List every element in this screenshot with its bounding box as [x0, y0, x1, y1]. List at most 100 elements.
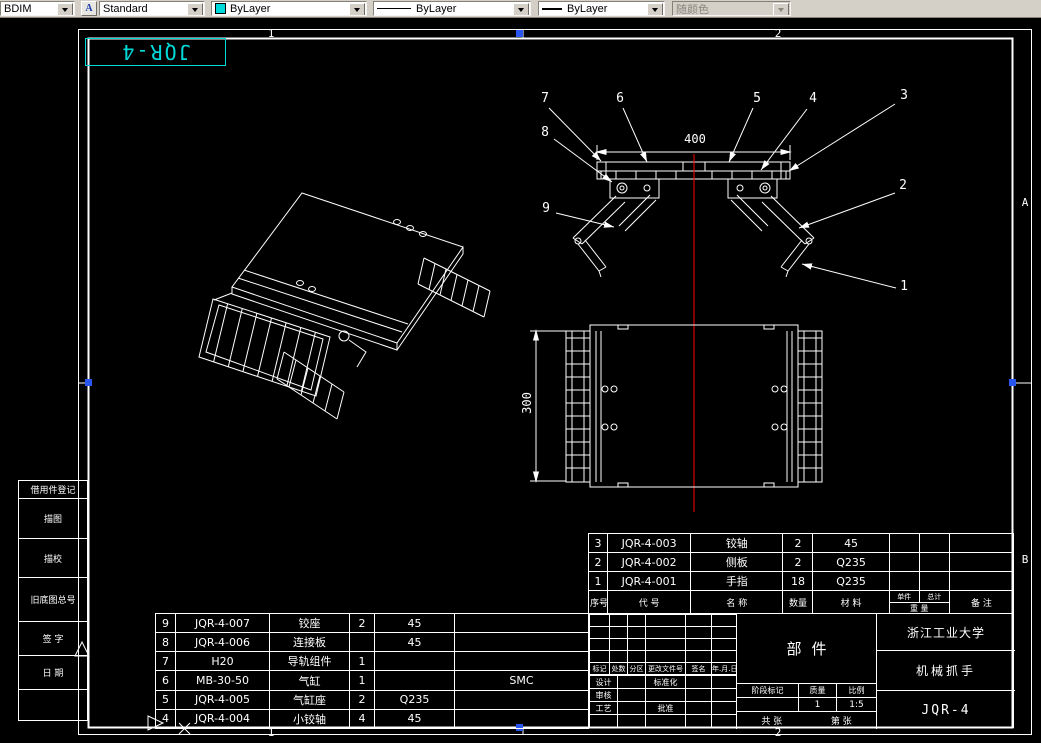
- bom-table-right[interactable]: 3 JQR-4-003 铰轴 2 45 2 JQR-4-002 侧板 2 Q235 1 JQR-4-0…: [587, 533, 1015, 614]
- table-cell: 更改文件号: [645, 662, 686, 675]
- cad-application-window: BDIM A Standard ByLayer ByLayer ByLayer …: [0, 0, 1041, 743]
- dim-style-dropdown-icon[interactable]: [57, 3, 73, 15]
- table-cell: [685, 638, 712, 651]
- table-cell: 签名: [685, 662, 712, 675]
- table-cell: [888, 552, 920, 572]
- table-cell: [711, 675, 737, 689]
- grip-top[interactable]: [516, 30, 523, 37]
- table-cell: [918, 571, 950, 591]
- lineweight-combo[interactable]: ByLayer: [538, 1, 665, 16]
- table-cell: [711, 688, 737, 702]
- table-cell: 铰轴: [690, 533, 784, 553]
- table-cell: Q235: [812, 552, 890, 572]
- table-cell: 处数: [609, 662, 628, 675]
- balloon-8: 8: [541, 125, 549, 140]
- border-field-register: 借用件登记: [18, 480, 88, 499]
- table-cell: JQR-4-004: [175, 708, 270, 730]
- table-row: 3 JQR-4-003 铰轴 2 45: [587, 533, 1015, 553]
- table-cell: [685, 626, 712, 639]
- table-cell: JQR-4-001: [607, 571, 692, 591]
- table-cell: 小铰轴: [269, 708, 350, 730]
- linetype-dropdown-icon[interactable]: [513, 3, 529, 15]
- table-cell: [609, 650, 628, 663]
- bom-table-left[interactable]: 9 JQR-4-007 铰座 2 45 8 JQR-4-006 连接板 45 7 H20 导轨组件 1 6…: [155, 612, 589, 730]
- text-style-dropdown-icon[interactable]: [187, 3, 203, 15]
- bom-header-weight-unit: 单件: [890, 591, 920, 602]
- lineweight-value: ByLayer: [567, 2, 608, 15]
- table-cell: 标准化: [645, 675, 686, 689]
- table-cell: [685, 714, 712, 728]
- color-swatch-icon: [215, 3, 226, 14]
- text-style-combo[interactable]: Standard: [99, 1, 205, 16]
- sheet-number: 第 张: [830, 717, 852, 727]
- table-cell: 1: [349, 651, 375, 672]
- table-cell: [374, 670, 455, 691]
- stage-label-row: 阶段标记 质量 比例: [737, 684, 876, 698]
- table-cell: SMC: [454, 670, 589, 691]
- lineweight-sample-icon: [542, 7, 562, 10]
- table-cell: 5: [155, 689, 176, 710]
- table-cell: [627, 650, 646, 663]
- table-cell: JQR-4-005: [175, 689, 270, 710]
- sheet-total: 共 张: [761, 717, 783, 727]
- plot-style-value: 随颜色: [676, 3, 709, 16]
- table-cell: [711, 626, 737, 639]
- table-cell: [627, 626, 646, 639]
- table-row: 6 MB-30-50 气缸 1 SMC: [155, 670, 589, 691]
- table-cell: 2: [782, 533, 814, 553]
- table-cell: 分区: [627, 662, 646, 675]
- table-cell: [374, 651, 455, 672]
- table-cell: 45: [812, 533, 890, 553]
- organization-name: 浙江工业大学: [877, 614, 1015, 651]
- revision-rows: 标记 处数 分区 更改文件号 签名 年.月.日: [589, 614, 737, 675]
- table-cell: 铰座: [269, 612, 350, 634]
- object-properties-toolbar: BDIM A Standard ByLayer ByLayer ByLayer …: [0, 0, 1041, 18]
- table-cell: 9: [155, 612, 176, 634]
- lineweight-dropdown-icon[interactable]: [647, 3, 663, 15]
- linetype-sample-icon: [377, 8, 411, 9]
- table-cell: MB-30-50: [175, 670, 270, 691]
- grip-right[interactable]: [1009, 379, 1016, 386]
- balloon-6: 6: [616, 91, 624, 106]
- plot-style-dropdown-icon: [773, 3, 789, 15]
- table-cell: 工艺: [589, 701, 618, 715]
- border-field-signature: 签 字: [18, 621, 88, 656]
- table-cell: [589, 614, 610, 627]
- table-cell: [617, 688, 646, 702]
- balloon-9: 9: [542, 201, 550, 216]
- table-cell: 45: [374, 708, 455, 730]
- balloon-4: 4: [809, 91, 817, 106]
- zone-label-right-b: B: [1021, 553, 1029, 566]
- table-row: 标记 处数 分区 更改文件号 签名 年.月.日: [589, 662, 737, 675]
- dim-style-combo[interactable]: BDIM: [0, 1, 75, 16]
- table-cell: [948, 552, 1015, 572]
- text-style-manager-icon[interactable]: A: [81, 1, 97, 16]
- table-cell: [711, 714, 737, 728]
- table-cell: [617, 701, 646, 715]
- table-cell: 手指: [690, 571, 784, 591]
- sheet-corner-label[interactable]: JQR-4: [86, 39, 225, 65]
- table-row: 2 JQR-4-002 侧板 2 Q235: [587, 552, 1015, 572]
- color-dropdown-icon[interactable]: [349, 3, 365, 15]
- stage-value: [737, 698, 799, 711]
- table-cell: [645, 688, 686, 702]
- border-field-old-original-no: 旧底图总号: [18, 577, 88, 622]
- table-row: [589, 626, 737, 639]
- table-cell: [888, 571, 920, 591]
- table-cell: 4: [349, 708, 375, 730]
- table-cell: 45: [374, 612, 455, 634]
- linetype-combo[interactable]: ByLayer: [373, 1, 531, 16]
- color-combo[interactable]: ByLayer: [211, 1, 367, 16]
- grip-left[interactable]: [85, 379, 92, 386]
- balloon-7: 7: [541, 91, 549, 106]
- table-cell: 侧板: [690, 552, 784, 572]
- table-cell: Q235: [374, 689, 455, 710]
- bom-header-weight-total: 总计: [927, 592, 942, 601]
- table-cell: 审核: [589, 688, 618, 702]
- balloon-2: 2: [899, 178, 907, 193]
- table-cell: 气缸座: [269, 689, 350, 710]
- table-cell: 3: [587, 533, 609, 553]
- table-cell: 6: [155, 670, 176, 691]
- table-cell: 4: [155, 708, 176, 730]
- color-value: ByLayer: [230, 2, 271, 15]
